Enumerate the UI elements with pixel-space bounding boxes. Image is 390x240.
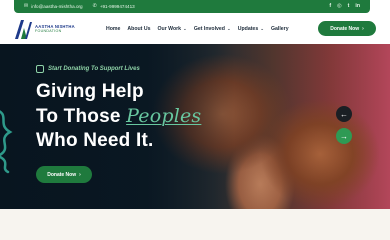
nav-item-label: Our Work: [157, 25, 182, 32]
logo-wordmark: AASTHA NISHTHA FOUNDATION: [35, 25, 75, 34]
logo-line2: FOUNDATION: [35, 28, 62, 33]
logo-mark-icon: [15, 20, 32, 39]
hero-donate-button[interactable]: Donate Now ›: [36, 166, 92, 183]
headline-line2: To Those Peoples: [36, 104, 201, 129]
arrow-right-icon: →: [340, 131, 348, 141]
donate-hand-icon: [36, 65, 44, 73]
nav-item-our-work[interactable]: Our Work ⌄: [157, 26, 186, 32]
linkedin-icon[interactable]: in: [355, 3, 360, 9]
arrow-right-icon: ›: [79, 171, 81, 178]
section-below-hero: [0, 209, 390, 240]
hero-headline: Giving Help To Those Peoples Who Need It…: [36, 80, 201, 153]
slider-prev-button[interactable]: ←: [336, 106, 352, 122]
mail-icon: ✉: [24, 3, 29, 9]
nav-item-label: Get Involved: [193, 25, 225, 32]
nav-item-home[interactable]: Home: [106, 26, 120, 32]
headline-accent: Peoples: [126, 105, 202, 127]
email-contact[interactable]: ✉ info@aastha-mishtha.org: [24, 3, 83, 10]
hero-kicker: Start Donating To Support Lives: [36, 65, 140, 73]
phone-contact[interactable]: ✆ +91-9999474413: [92, 3, 135, 10]
kicker-text: Start Donating To Support Lives: [48, 66, 140, 72]
nav-item-label: About Us: [127, 25, 151, 32]
phone-text: +91-9999474413: [99, 4, 135, 9]
arrow-left-icon: ←: [340, 109, 348, 119]
hero-donate-label: Donate Now: [47, 171, 77, 178]
site-header: AASTHA NISHTHA FOUNDATION Home About Us …: [0, 13, 390, 44]
arrow-right-icon: ›: [362, 25, 364, 32]
chevron-down-icon: ⌄: [260, 25, 264, 31]
site-logo[interactable]: AASTHA NISHTHA FOUNDATION: [15, 20, 75, 39]
headline-line2-text: To Those: [36, 106, 127, 127]
chevron-down-icon: ⌄: [226, 25, 231, 31]
facebook-icon[interactable]: f: [329, 3, 331, 9]
donate-label: Donate Now: [330, 25, 360, 32]
top-contact-bar: ✉ info@aastha-mishtha.org ✆ +91-99994744…: [14, 0, 370, 13]
headline-line1: Giving Help: [36, 81, 144, 102]
headline-line3: Who Need It.: [36, 130, 154, 151]
nav-item-updates[interactable]: Updates ⌄: [238, 26, 264, 32]
email-text: info@aastha-mishtha.org: [31, 4, 83, 9]
social-links: f ◎ t in: [329, 3, 360, 9]
phone-icon: ✆: [92, 3, 97, 9]
donate-now-button[interactable]: Donate Now ›: [318, 21, 376, 36]
hero-banner: Start Donating To Support Lives Giving H…: [0, 44, 390, 209]
main-nav: Home About Us Our Work ⌄ Get Involved ⌄ …: [106, 13, 289, 44]
nav-item-gallery[interactable]: Gallery: [271, 26, 289, 32]
nav-item-about-us[interactable]: About Us: [127, 26, 150, 32]
nav-item-label: Gallery: [270, 25, 289, 32]
nav-item-label: Updates: [237, 25, 259, 32]
nav-item-label: Home: [106, 25, 121, 32]
twitter-icon[interactable]: t: [348, 3, 350, 9]
instagram-icon[interactable]: ◎: [337, 3, 342, 9]
chevron-down-icon: ⌄: [183, 25, 187, 31]
nav-item-get-involved[interactable]: Get Involved ⌄: [194, 26, 231, 32]
slider-next-button[interactable]: →: [336, 128, 352, 144]
decorative-scribble-icon: [0, 110, 13, 174]
